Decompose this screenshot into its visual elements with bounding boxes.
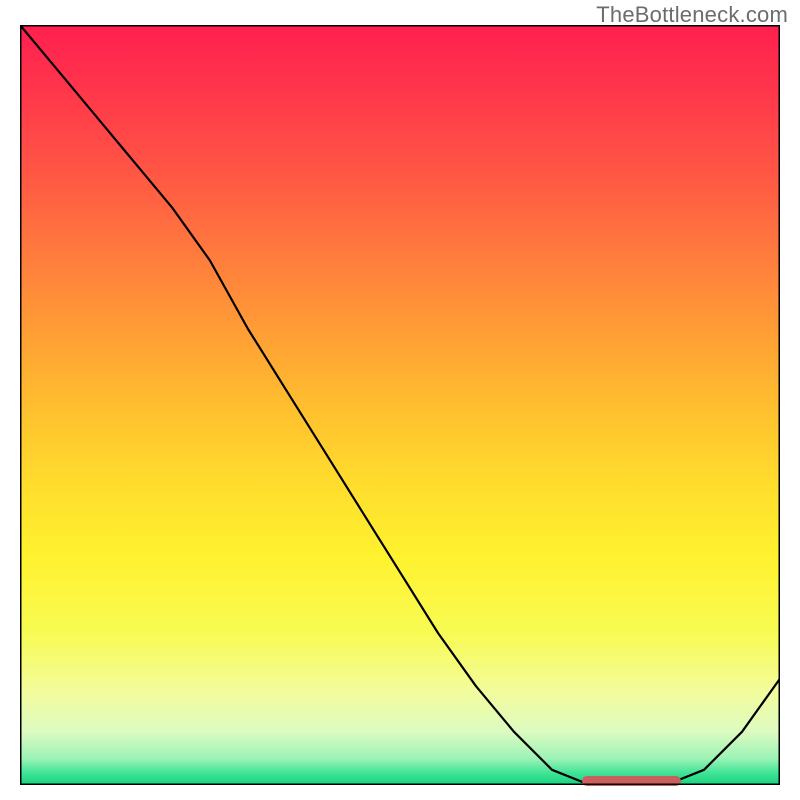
axes-frame [20, 25, 780, 785]
chart-stage: TheBottleneck.com [0, 0, 800, 800]
watermark-text: TheBottleneck.com [596, 2, 788, 28]
plot-frame [20, 25, 780, 785]
